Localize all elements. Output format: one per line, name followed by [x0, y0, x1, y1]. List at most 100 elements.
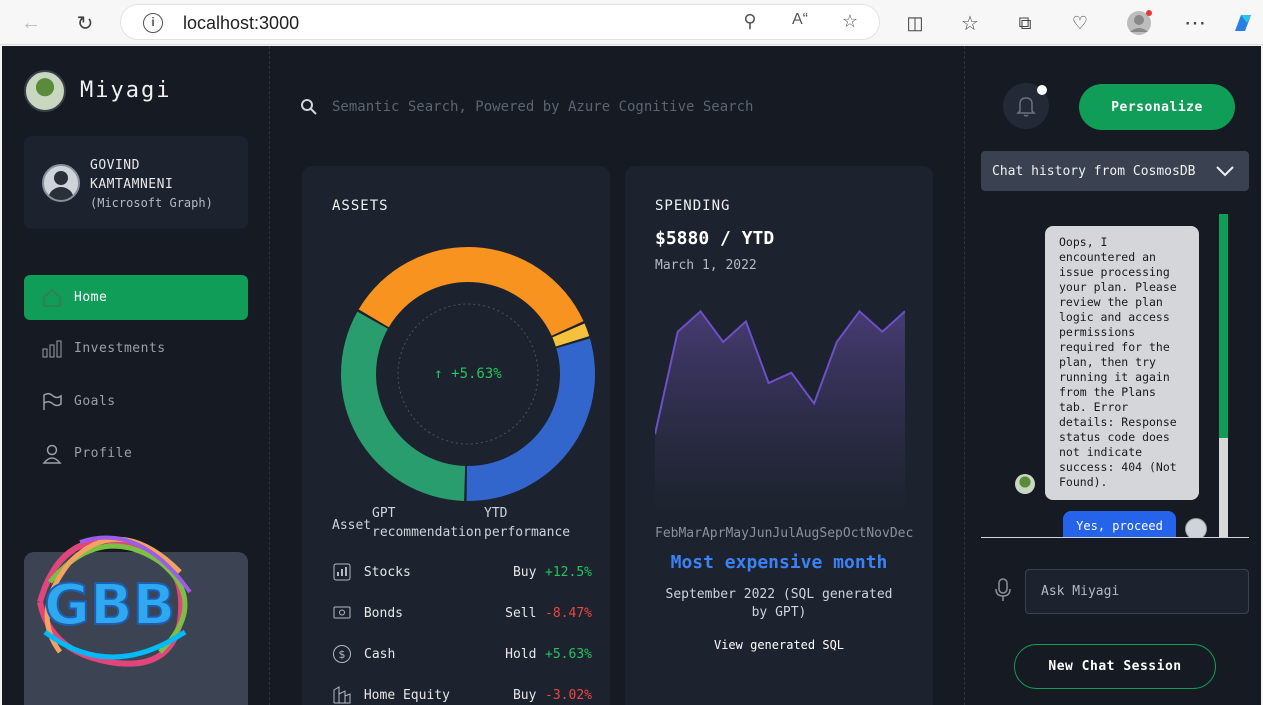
gbb-logo-panel: GBB: [24, 535, 248, 705]
asset-row-cash[interactable]: $ Cash Hold +5.63%: [332, 639, 592, 669]
asset-recommendation: Hold: [505, 646, 537, 662]
nav-label-investments: Investments: [74, 341, 166, 356]
chat-history-label: Chat history from CosmosDB: [992, 163, 1196, 179]
nav-item-profile[interactable]: Profile: [24, 431, 248, 476]
user-card: GOVIND KAMTAMNENI (Microsoft Graph): [24, 136, 248, 229]
favorite-star-icon[interactable]: ☆: [837, 11, 863, 32]
chat-scrollbar-thumb[interactable]: [1219, 214, 1228, 438]
zoom-icon[interactable]: ⚲: [737, 11, 763, 32]
gbb-logo: GBB: [37, 535, 192, 667]
search-input[interactable]: [332, 99, 852, 115]
user-avatar: [42, 164, 80, 202]
asset-row-stocks[interactable]: Stocks Buy +12.5%: [332, 557, 592, 587]
most-expensive-title: Most expensive month: [670, 552, 888, 573]
nav-item-home[interactable]: Home: [24, 275, 248, 320]
split-screen-icon[interactable]: ◫: [900, 8, 930, 38]
assets-title: ASSETS: [332, 198, 389, 214]
personalize-button[interactable]: Personalize: [1079, 84, 1235, 130]
asset-name: Stocks: [363, 564, 411, 580]
ask-miyagi-input[interactable]: [1025, 569, 1249, 614]
svg-text:$: $: [339, 648, 346, 661]
semantic-search: [300, 92, 900, 122]
refresh-icon[interactable]: ↻: [70, 8, 100, 38]
search-icon: [301, 99, 317, 115]
main-content: ASSETS ↑ +5.63% Asset GPT recommendation…: [272, 46, 962, 705]
asset-recommendation: Buy: [512, 564, 537, 580]
month-tick: Feb: [655, 526, 679, 541]
nav-item-investments[interactable]: Investments: [24, 326, 248, 371]
month-tick: Apr: [701, 526, 726, 541]
gbb-logo-text: GBB: [44, 573, 175, 638]
chat-history-dropdown[interactable]: Chat history from CosmosDB: [981, 151, 1249, 191]
user-name: GOVIND KAMTAMNENI: [90, 158, 174, 192]
spending-area-chart: [655, 309, 905, 511]
nav-label-profile: Profile: [74, 446, 133, 461]
user-icon: [40, 443, 64, 465]
asset-name: Home Equity: [363, 687, 450, 703]
month-tick: Jun: [748, 526, 773, 541]
asset-recommendation: Sell: [505, 605, 537, 621]
chevron-down-icon: [1216, 166, 1234, 177]
user-source: (Microsoft Graph): [90, 196, 213, 210]
nav-label-goals: Goals: [74, 394, 116, 409]
asset-row-bonds[interactable]: Bonds Sell -8.47%: [332, 598, 592, 628]
month-tick: Aug: [795, 526, 820, 541]
chat-messages[interactable]: Oops, I encountered an issue processing …: [981, 214, 1249, 538]
asset-row-home-equity[interactable]: Home Equity Buy -3.02%: [332, 680, 592, 705]
spending-amount: $5880 / YTD: [655, 228, 775, 249]
view-sql-link[interactable]: View generated SQL: [625, 638, 933, 652]
month-tick: Jul: [772, 526, 796, 541]
asset-performance: -8.47%: [545, 605, 592, 621]
asset-performance: +12.5%: [545, 564, 592, 580]
cash-icon: $: [332, 644, 352, 664]
asset-performance: +5.63%: [545, 646, 592, 662]
favorites-icon[interactable]: ☆: [955, 8, 985, 38]
microphone-icon[interactable]: [993, 578, 1013, 602]
collections-icon[interactable]: ⧉: [1010, 8, 1040, 38]
asset-name: Bonds: [363, 605, 403, 621]
month-tick: May: [725, 526, 749, 541]
col-ytd-performance: YTD performance: [484, 506, 571, 540]
asset-name: Cash: [364, 646, 396, 662]
month-tick: Oct: [842, 526, 867, 541]
month-tick: Dec: [889, 526, 914, 541]
url-text[interactable]: localhost:3000: [183, 13, 299, 34]
col-gpt-recommendation: GPT recommendation: [372, 506, 482, 540]
bell-icon: [1016, 97, 1036, 117]
assets-total-change: ↑ +5.63%: [434, 366, 502, 382]
site-info-icon[interactable]: i: [143, 13, 163, 33]
spending-date: March 1, 2022: [655, 258, 757, 273]
flag-icon: [40, 391, 64, 413]
sidebar: Miyagi GOVIND KAMTAMNENI (Microsoft Grap…: [2, 46, 270, 705]
month-tick: Nov: [866, 526, 890, 541]
month-tick: Mar: [678, 526, 702, 541]
health-icon[interactable]: ♡: [1065, 8, 1095, 38]
most-expensive-detail: September 2022 (SQL generated by GPT): [665, 587, 893, 620]
assets-card: ASSETS ↑ +5.63% Asset GPT recommendation…: [302, 166, 610, 705]
notification-dot: [1037, 85, 1047, 95]
bot-avatar: [1015, 474, 1035, 494]
bonsai-logo: [24, 70, 66, 112]
spending-area: [655, 311, 905, 511]
new-chat-session-button[interactable]: New Chat Session: [1014, 644, 1216, 689]
home-icon: [40, 287, 64, 309]
read-aloud-icon[interactable]: A“: [787, 11, 813, 29]
bot-message: Oops, I encountered an issue processing …: [1045, 226, 1199, 500]
copilot-icon[interactable]: [1228, 8, 1258, 38]
more-icon[interactable]: ⋯: [1180, 8, 1210, 38]
back-icon[interactable]: ←: [16, 8, 46, 38]
user-message: Yes, proceed: [1063, 511, 1176, 537]
bar-chart-icon: [40, 338, 64, 360]
brand-name: Miyagi: [80, 78, 172, 103]
notifications-button[interactable]: [1003, 83, 1049, 129]
address-bar[interactable]: i localhost:3000 ⚲ A“ ☆: [120, 4, 880, 40]
nav-label-home: Home: [74, 290, 108, 305]
month-tick: Sep: [819, 526, 843, 541]
profile-avatar-icon[interactable]: [1124, 8, 1154, 38]
col-asset: Asset: [332, 518, 372, 533]
nav-item-goals[interactable]: Goals: [24, 379, 248, 424]
browser-toolbar: ← ↻ i localhost:3000 ⚲ A“ ☆ ◫ ☆ ⧉ ♡ ⋯: [0, 0, 1263, 45]
miyagi-app: Miyagi GOVIND KAMTAMNENI (Microsoft Grap…: [2, 46, 1261, 705]
asset-performance: -3.02%: [545, 687, 592, 703]
spending-months-axis: Feb Mar Apr May Jun Jul Aug Sep Oct Nov Dec: [655, 526, 913, 541]
